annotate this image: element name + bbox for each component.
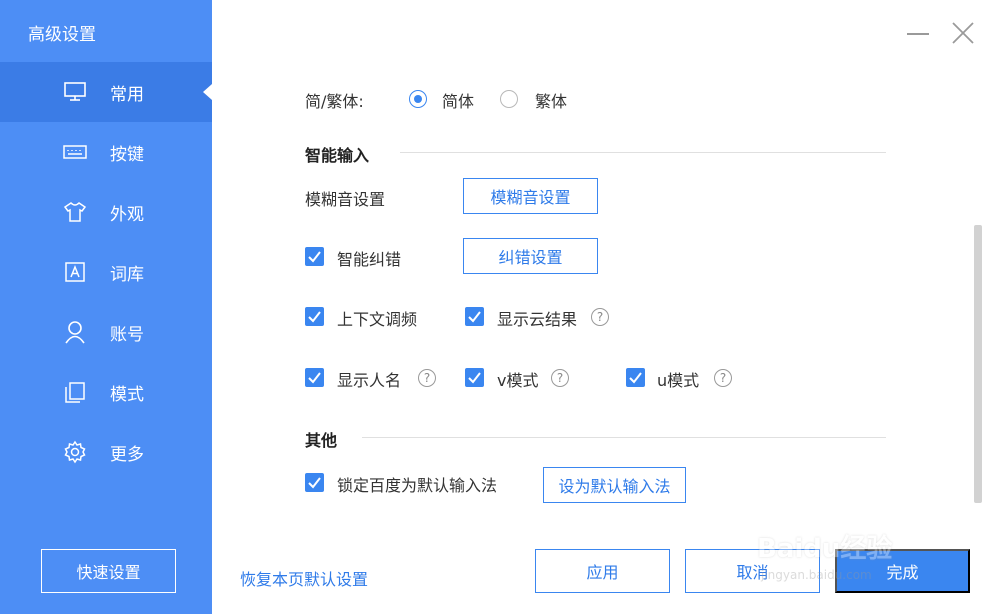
- simplified-label: 简体: [442, 92, 475, 111]
- sidebar-item-mode[interactable]: 模式: [0, 362, 212, 422]
- sidebar-item-label: 更多: [110, 444, 144, 465]
- sidebar-item-dictionary[interactable]: 词库: [0, 242, 212, 302]
- autocorrect-label: 智能纠错: [337, 250, 402, 269]
- close-icon[interactable]: [950, 20, 976, 46]
- apply-button[interactable]: 应用: [535, 549, 670, 593]
- keyboard-icon: [62, 139, 88, 165]
- help-icon[interactable]: ?: [591, 308, 609, 326]
- fuzzy-settings-button[interactable]: 模糊音设置: [463, 178, 598, 214]
- help-icon[interactable]: ?: [418, 369, 436, 387]
- minimize-icon[interactable]: [907, 33, 929, 35]
- baidu-watermark: Baidu经验 jingyan.baidu.com: [755, 510, 935, 590]
- sidebar-item-label: 按键: [110, 144, 144, 165]
- restore-defaults-link[interactable]: 恢复本页默认设置: [240, 566, 368, 590]
- u-mode-checkbox[interactable]: [626, 368, 645, 387]
- monitor-icon: [62, 79, 88, 105]
- help-icon[interactable]: ?: [714, 369, 732, 387]
- copy-icon: [62, 379, 88, 405]
- scrollbar[interactable]: [974, 225, 982, 503]
- lock-default-label: 锁定百度为默认输入法: [337, 476, 498, 495]
- radio-traditional[interactable]: [500, 90, 518, 108]
- context-freq-label: 上下文调频: [337, 310, 418, 329]
- gear-icon: [62, 439, 88, 465]
- traditional-label: 繁体: [535, 92, 568, 111]
- autocorrect-checkbox[interactable]: [305, 247, 324, 266]
- set-default-button[interactable]: 设为默认输入法: [543, 467, 686, 503]
- show-names-label: 显示人名: [337, 371, 402, 390]
- u-mode-label: u模式: [657, 371, 700, 390]
- sidebar-item-label: 词库: [110, 264, 144, 285]
- sidebar-item-label: 账号: [110, 324, 144, 345]
- shirt-icon: [62, 199, 88, 225]
- autocorrect-settings-button[interactable]: 纠错设置: [463, 238, 598, 274]
- user-icon: [62, 319, 88, 345]
- sidebar: 高级设置 常用 按键 外观 词库 账号 模式 更多 快速设置: [0, 0, 212, 614]
- v-mode-checkbox[interactable]: [465, 368, 484, 387]
- smart-input-title: 智能输入: [305, 146, 370, 165]
- dictionary-icon: [62, 259, 88, 285]
- sidebar-item-label: 常用: [110, 84, 144, 105]
- watermark-url: jingyan.baidu.com: [761, 568, 872, 582]
- script-label: 简/繁体:: [305, 92, 364, 111]
- sidebar-item-label: 外观: [110, 204, 144, 225]
- context-freq-checkbox[interactable]: [305, 307, 324, 326]
- lock-default-checkbox[interactable]: [305, 473, 324, 492]
- show-names-checkbox[interactable]: [305, 368, 324, 387]
- v-mode-label: v模式: [497, 371, 539, 390]
- quick-settings-button[interactable]: 快速设置: [41, 549, 176, 593]
- watermark-brand: Baidu经验: [757, 534, 893, 564]
- separator: [362, 437, 886, 438]
- cloud-result-label: 显示云结果: [497, 310, 578, 329]
- radio-simplified[interactable]: [409, 90, 427, 108]
- sidebar-title: 高级设置: [28, 25, 96, 45]
- sidebar-item-label: 模式: [110, 384, 144, 405]
- sidebar-item-common[interactable]: 常用: [0, 62, 212, 122]
- help-icon[interactable]: ?: [551, 369, 569, 387]
- other-title: 其他: [305, 431, 338, 450]
- fuzzy-label: 模糊音设置: [305, 190, 386, 209]
- sidebar-item-keys[interactable]: 按键: [0, 122, 212, 182]
- sidebar-item-appearance[interactable]: 外观: [0, 182, 212, 242]
- separator: [400, 152, 886, 153]
- cloud-result-checkbox[interactable]: [465, 307, 484, 326]
- sidebar-item-more[interactable]: 更多: [0, 422, 212, 482]
- sidebar-item-account[interactable]: 账号: [0, 302, 212, 362]
